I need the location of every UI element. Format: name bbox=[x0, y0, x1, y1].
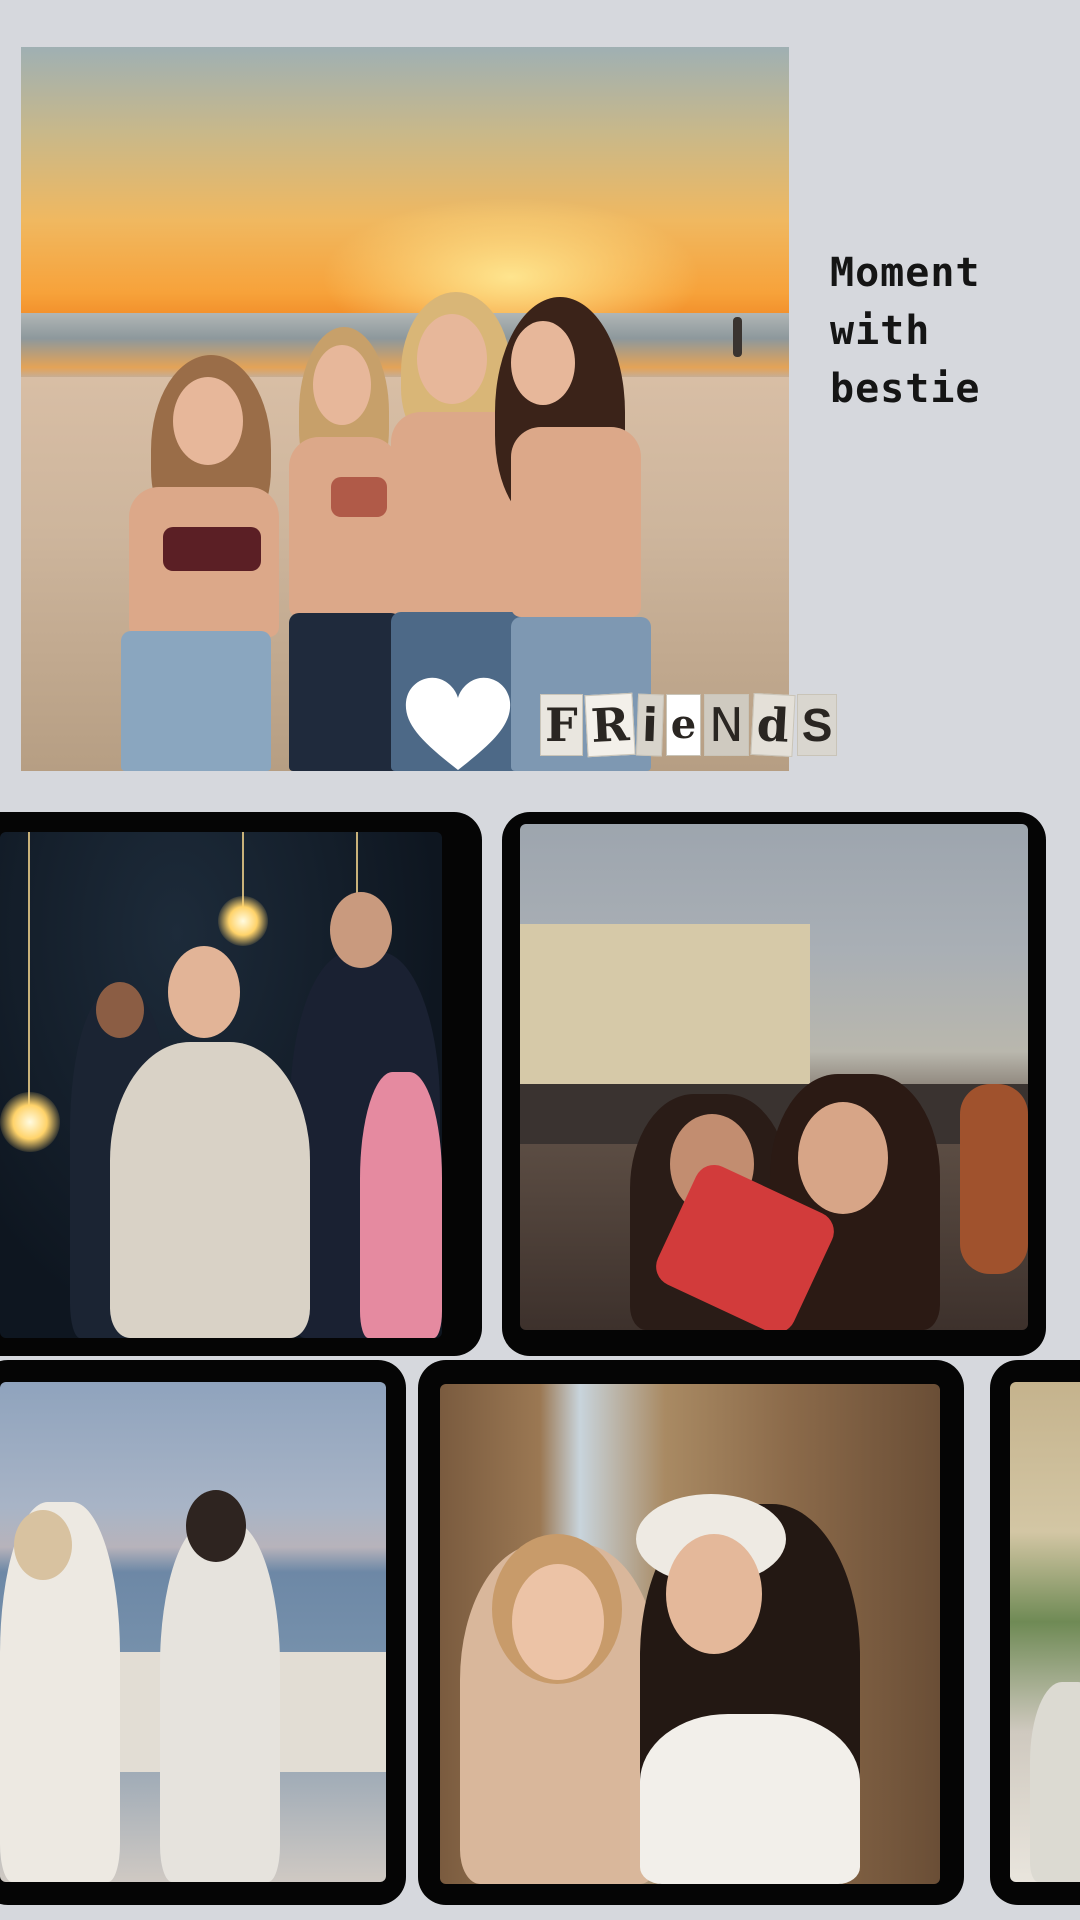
photo-tile-partial[interactable] bbox=[990, 1360, 1080, 1905]
sticker-letter: N bbox=[704, 694, 749, 756]
sticker-letter: i bbox=[635, 693, 664, 757]
friends-sticker: F R i e N d S bbox=[540, 692, 838, 758]
sticker-letter: F bbox=[540, 694, 583, 756]
seaside-photo bbox=[0, 1382, 386, 1882]
sticker-letter: e bbox=[665, 694, 702, 756]
night-party-photo bbox=[0, 832, 442, 1338]
building bbox=[520, 924, 810, 1094]
photo-tile-night-party[interactable] bbox=[0, 812, 482, 1356]
caption-line-1: Moment bbox=[830, 250, 981, 296]
sticker-letter: d bbox=[749, 692, 796, 758]
photo-tile-seaside[interactable] bbox=[0, 1360, 406, 1905]
convertible-car-photo bbox=[520, 824, 1028, 1330]
car-seat bbox=[960, 1084, 1028, 1274]
sticker-letter: R bbox=[584, 692, 636, 758]
sticker-letter: S bbox=[796, 694, 838, 756]
heart-icon bbox=[405, 677, 511, 770]
caption-line-2: with bbox=[830, 308, 931, 354]
photo-tile-convertible[interactable] bbox=[502, 812, 1046, 1356]
resort-photo-partial bbox=[1010, 1382, 1080, 1882]
tower-selfie-photo bbox=[440, 1384, 940, 1884]
distant-walker bbox=[733, 317, 742, 357]
photo-tile-selfie[interactable] bbox=[418, 1360, 964, 1905]
friend-figure bbox=[101, 347, 291, 771]
hero-photo-sunset-beach[interactable] bbox=[21, 47, 789, 771]
caption-moment-with-bestie: Moment with bestie bbox=[830, 244, 1060, 418]
caption-line-3: bestie bbox=[830, 366, 981, 412]
